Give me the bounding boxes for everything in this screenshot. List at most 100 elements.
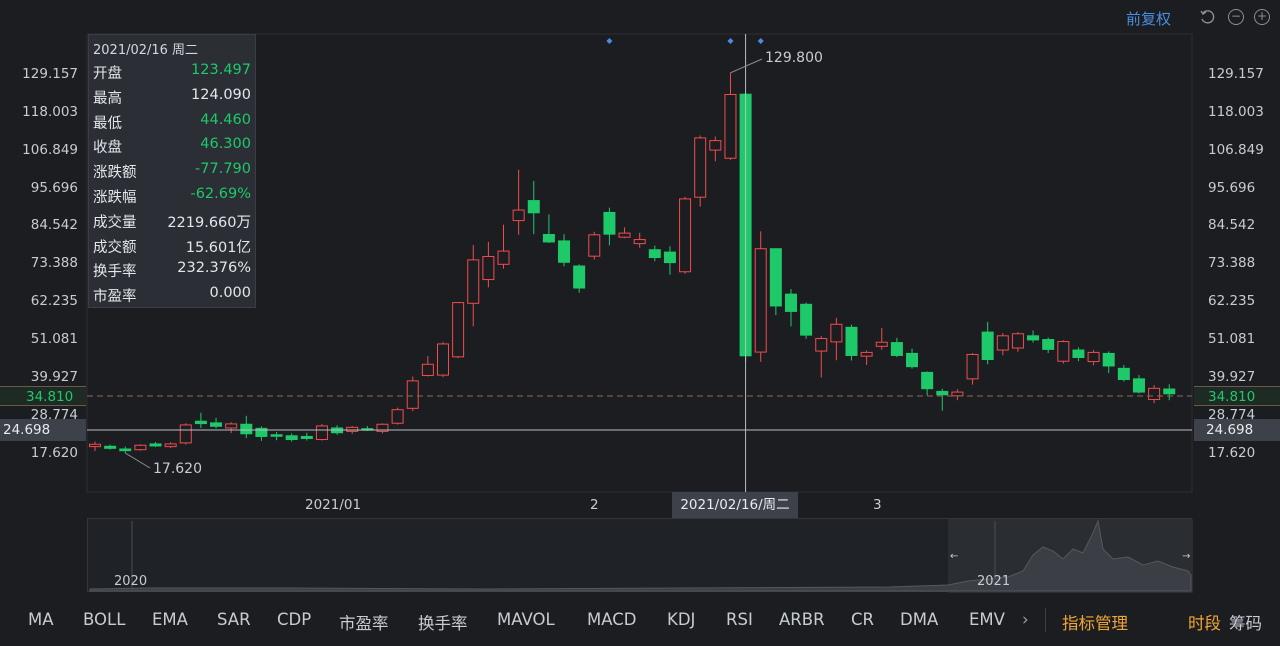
candle-body[interactable] — [830, 323, 843, 343]
candle-body[interactable] — [951, 391, 964, 397]
candle-body[interactable] — [1072, 349, 1085, 358]
chevron-right-icon[interactable]: › — [1022, 610, 1029, 629]
indicator-tab[interactable]: MA — [28, 610, 54, 629]
candle-body[interactable] — [497, 250, 510, 265]
candle-body[interactable] — [1132, 378, 1145, 393]
candle-body[interactable] — [467, 259, 480, 304]
candle-body[interactable] — [1042, 339, 1055, 350]
indicator-tab[interactable]: BOLL — [83, 610, 125, 629]
candle-body[interactable] — [1117, 367, 1130, 381]
candle-body[interactable] — [875, 341, 888, 347]
candle-body[interactable] — [845, 326, 858, 356]
candle-body[interactable] — [527, 200, 540, 214]
candle-body[interactable] — [724, 94, 737, 159]
candle-body[interactable] — [633, 239, 646, 245]
candle-body[interactable] — [1057, 341, 1070, 362]
candle-body[interactable] — [966, 353, 979, 380]
candle-body[interactable] — [300, 435, 313, 439]
candle-body[interactable] — [164, 443, 177, 448]
indicator-manage-button[interactable]: 指标管理 — [1062, 610, 1128, 634]
indicator-tab[interactable]: RSI — [726, 610, 753, 629]
candle-body[interactable] — [134, 444, 147, 451]
candle-body[interactable] — [512, 209, 525, 222]
candle-body[interactable] — [240, 423, 253, 435]
tooltip-row-label: 收盘 — [93, 140, 122, 157]
tooltip-row-label: 涨跌额 — [93, 165, 137, 182]
candle-body[interactable] — [542, 233, 555, 243]
candle-body[interactable] — [482, 256, 495, 281]
candle-body[interactable] — [1027, 335, 1040, 341]
candle-body[interactable] — [1163, 388, 1176, 395]
candle-body[interactable] — [285, 435, 298, 441]
candle-body[interactable] — [315, 425, 328, 441]
candle-body[interactable] — [1011, 333, 1024, 349]
candle-body[interactable] — [694, 137, 707, 198]
candle-body[interactable] — [406, 380, 419, 409]
y-tick-label: 106.849 — [22, 142, 78, 158]
candle-body[interactable] — [436, 343, 449, 376]
candle-body[interactable] — [346, 426, 359, 432]
y-tick-label: 62.235 — [1208, 293, 1256, 309]
overview-navigator[interactable]: ← → 2020 2021 — [87, 518, 1193, 593]
indicator-tab[interactable]: 换手率 — [418, 610, 468, 634]
candle-body[interactable] — [618, 232, 631, 238]
candle-body[interactable] — [89, 443, 101, 448]
indicator-tab[interactable]: EMA — [152, 610, 188, 629]
indicator-tab[interactable]: CDP — [277, 610, 311, 629]
candle-body[interactable] — [588, 234, 601, 257]
candle-body[interactable] — [119, 448, 132, 452]
candle-body[interactable] — [648, 249, 661, 259]
tab-chips[interactable]: 筹码 — [1229, 610, 1262, 634]
indicator-tab[interactable]: MAVOL — [497, 610, 555, 629]
candle-body[interactable] — [179, 424, 192, 444]
candle-body[interactable] — [890, 342, 903, 356]
candle-body[interactable] — [391, 409, 404, 424]
indicator-tab[interactable]: 市盈率 — [339, 610, 389, 634]
candle-body[interactable] — [860, 351, 873, 357]
candle-body[interactable] — [558, 240, 571, 263]
candle-body[interactable] — [815, 338, 828, 352]
tooltip-row-value: 46.300 — [200, 136, 251, 153]
indicator-tab[interactable]: ARBR — [779, 610, 825, 629]
candle-body[interactable] — [194, 420, 207, 425]
candle-body[interactable] — [906, 352, 919, 368]
indicator-tab[interactable]: EMV — [969, 610, 1005, 629]
candle-body[interactable] — [104, 445, 117, 449]
candle-body[interactable] — [663, 251, 676, 264]
y-tick-label: 39.927 — [30, 369, 78, 385]
candle-body[interactable] — [452, 302, 465, 358]
candle-body[interactable] — [800, 303, 813, 336]
candle-body[interactable] — [679, 198, 692, 273]
candle-body[interactable] — [421, 363, 434, 376]
event-marker-icon[interactable] — [727, 38, 734, 44]
candle-body[interactable] — [270, 434, 283, 437]
candle-body[interactable] — [1087, 351, 1100, 363]
candle-body[interactable] — [784, 293, 797, 312]
candle-body[interactable] — [709, 140, 722, 151]
tooltip-row-label: 最高 — [93, 90, 122, 107]
candle-body[interactable] — [603, 211, 616, 235]
event-marker-icon[interactable] — [606, 38, 613, 44]
candle-body[interactable] — [754, 248, 767, 353]
candle-body[interactable] — [149, 443, 162, 447]
tab-period[interactable]: 时段 — [1188, 610, 1221, 634]
candle-body[interactable] — [1102, 352, 1115, 367]
candle-body[interactable] — [921, 371, 934, 390]
indicator-tab[interactable]: MACD — [587, 610, 636, 629]
event-marker-icon[interactable] — [757, 38, 764, 44]
y-tick-label: 118.003 — [22, 104, 78, 120]
candle-body[interactable] — [210, 422, 223, 427]
indicator-tab[interactable]: CR — [851, 610, 874, 629]
candle-body[interactable] — [225, 423, 238, 429]
candle-body[interactable] — [573, 265, 586, 289]
candle-body[interactable] — [981, 331, 994, 361]
candle-body[interactable] — [769, 248, 782, 307]
candle-body[interactable] — [996, 335, 1009, 351]
indicator-tab[interactable]: KDJ — [667, 610, 695, 629]
indicator-tab[interactable]: DMA — [900, 610, 938, 629]
tooltip-row-label: 最低 — [93, 115, 122, 132]
indicator-tab[interactable]: SAR — [217, 610, 251, 629]
overview-label-2020: 2020 — [114, 574, 148, 589]
candle-body[interactable] — [1148, 387, 1161, 401]
candle-body[interactable] — [936, 390, 949, 396]
